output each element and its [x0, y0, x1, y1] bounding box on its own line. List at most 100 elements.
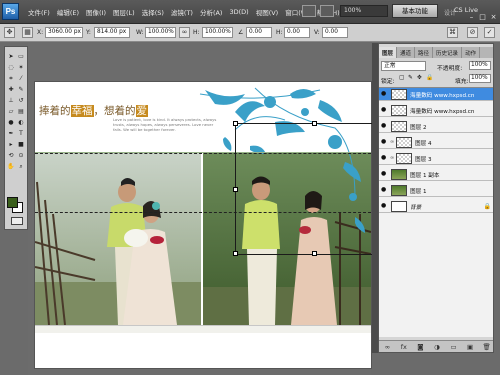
- 3d-rotate-icon[interactable]: ⟲: [7, 152, 15, 160]
- close-button[interactable]: ×: [488, 12, 499, 22]
- warp-icon[interactable]: ⌘: [447, 27, 458, 38]
- workspace-button[interactable]: 基本功能: [392, 4, 438, 18]
- lock-image-icon[interactable]: ✎: [408, 75, 413, 81]
- eyedropper-icon[interactable]: ⁄: [17, 75, 25, 83]
- foreground-color-swatch[interactable]: [7, 197, 18, 208]
- menu-image[interactable]: 图像(I): [86, 7, 106, 17]
- tab-actions[interactable]: 动作: [462, 47, 481, 58]
- tab-layers[interactable]: 图层: [379, 47, 398, 58]
- screen-mode-icon[interactable]: [302, 5, 316, 17]
- clone-stamp-icon[interactable]: ⊥: [7, 97, 15, 105]
- arrange-documents-icon[interactable]: [320, 5, 334, 17]
- layer-row[interactable]: ● ∞ 图层 4: [379, 136, 493, 149]
- eye-icon[interactable]: ●: [381, 171, 388, 177]
- eye-icon[interactable]: ●: [381, 91, 388, 97]
- marquee-tool-icon[interactable]: ▭: [17, 53, 25, 61]
- zoom-tool-icon[interactable]: ⌕: [17, 163, 25, 171]
- link-icon[interactable]: ∞: [179, 27, 190, 38]
- shape-tool-icon[interactable]: ■: [17, 141, 25, 149]
- new-layer-icon[interactable]: ▣: [465, 343, 475, 351]
- layer-thumbnail: [396, 153, 412, 164]
- menu-filter[interactable]: 滤镜(T): [171, 7, 193, 17]
- menu-select[interactable]: 选择(S): [142, 7, 164, 17]
- transform-handle-left[interactable]: [233, 187, 238, 192]
- y-field[interactable]: 814.00 px: [94, 27, 130, 38]
- layer-name: 海量数码 www.hxpsd.cn: [410, 109, 475, 115]
- eraser-tool-icon[interactable]: ▱: [7, 108, 15, 116]
- lock-transparent-icon[interactable]: ▢: [399, 75, 404, 81]
- eye-icon[interactable]: ●: [381, 155, 388, 161]
- layer-row[interactable]: ● 图层 2: [379, 120, 493, 133]
- transform-handle-bottom-left[interactable]: [233, 251, 238, 256]
- opacity-field[interactable]: 100%: [469, 61, 491, 70]
- vskew-field[interactable]: 0.00: [322, 27, 348, 38]
- dodge-tool-icon[interactable]: ◐: [17, 119, 25, 127]
- canvas-area[interactable]: 捧着的幸福，想着的爱 Love is patient, love is kind…: [28, 43, 395, 375]
- folder-icon[interactable]: ▭: [449, 343, 459, 351]
- crop-tool-icon[interactable]: ⌗: [7, 75, 15, 83]
- layer-row[interactable]: ● ∞ 图层 3: [379, 152, 493, 165]
- transform-handle-top[interactable]: [312, 121, 317, 126]
- magic-wand-icon[interactable]: ✶: [17, 64, 25, 72]
- quick-mask-icon[interactable]: [11, 217, 23, 225]
- layer-thumbnail: [391, 201, 407, 212]
- 3d-orbit-icon[interactable]: ⊙: [17, 152, 25, 160]
- zoom-field[interactable]: 100%: [340, 5, 388, 17]
- tool-preset-icon[interactable]: ✥: [4, 27, 15, 38]
- menu-3d[interactable]: 3D(D): [229, 8, 248, 16]
- maximize-button[interactable]: □: [477, 12, 488, 22]
- type-tool-icon[interactable]: T: [17, 130, 25, 138]
- height-field[interactable]: 100.00%: [202, 27, 233, 38]
- trash-icon[interactable]: 🗑: [482, 343, 492, 351]
- lock-all-icon[interactable]: 🔒: [426, 75, 433, 81]
- menu-analysis[interactable]: 分析(A): [200, 7, 223, 17]
- layer-row[interactable]: ● 海量数码 www.hxpsd.cn: [379, 104, 493, 117]
- eye-icon[interactable]: ●: [381, 123, 388, 129]
- document-headline: 捧着的幸福，想着的爱: [39, 103, 148, 118]
- lasso-tool-icon[interactable]: ◌: [7, 64, 15, 72]
- transform-bounding-box[interactable]: [233, 121, 395, 256]
- cancel-transform-icon[interactable]: ⊘: [467, 27, 478, 38]
- adjustment-icon[interactable]: ◑: [432, 343, 442, 351]
- width-field[interactable]: 100.00%: [145, 27, 176, 38]
- layer-row[interactable]: ● 背景 🔒: [379, 200, 493, 213]
- eye-icon[interactable]: ●: [381, 187, 388, 193]
- gradient-tool-icon[interactable]: ▤: [17, 108, 25, 116]
- fill-field[interactable]: 100%: [469, 74, 491, 83]
- brush-tool-icon[interactable]: ✎: [17, 86, 25, 94]
- menu-edit[interactable]: 编辑(E): [57, 7, 79, 17]
- hand-tool-icon[interactable]: ✋: [7, 163, 15, 171]
- menu-view[interactable]: 视图(V): [256, 7, 279, 17]
- eye-icon[interactable]: ●: [381, 203, 388, 209]
- mask-icon[interactable]: ◙: [415, 343, 425, 351]
- commit-transform-icon[interactable]: ✓: [484, 27, 495, 38]
- layer-row[interactable]: ● 海量数码 www.hxpsd.cn: [379, 88, 493, 101]
- x-field[interactable]: 3060.00 px: [45, 27, 83, 38]
- path-selection-icon[interactable]: ▸: [7, 141, 15, 149]
- tab-history[interactable]: 历史记录: [433, 47, 463, 58]
- menu-layer[interactable]: 图层(L): [113, 7, 135, 17]
- reference-point-icon[interactable]: ▦: [22, 27, 33, 38]
- layer-row[interactable]: ● 图层 1: [379, 184, 493, 197]
- angle-field[interactable]: 0.00: [246, 27, 272, 38]
- fx-icon[interactable]: fx: [399, 343, 409, 351]
- eye-icon[interactable]: ●: [381, 139, 388, 145]
- transform-handle-top-left[interactable]: [233, 121, 238, 126]
- blur-tool-icon[interactable]: ●: [7, 119, 15, 127]
- hskew-label: H:: [276, 29, 283, 36]
- lock-position-icon[interactable]: ✥: [417, 75, 422, 81]
- pen-tool-icon[interactable]: ✒: [7, 130, 15, 138]
- blend-mode-select[interactable]: 正常: [381, 61, 426, 71]
- hskew-field[interactable]: 0.00: [284, 27, 310, 38]
- eye-icon[interactable]: ●: [381, 107, 388, 113]
- tab-paths[interactable]: 路径: [415, 47, 434, 58]
- tab-channels[interactable]: 通道: [397, 47, 416, 58]
- link-icon[interactable]: ∞: [382, 343, 392, 351]
- healing-brush-icon[interactable]: ✚: [7, 86, 15, 94]
- move-tool-icon[interactable]: ➤: [7, 53, 15, 61]
- history-brush-icon[interactable]: ↺: [17, 97, 25, 105]
- menu-file[interactable]: 文件(F): [28, 7, 50, 17]
- layer-row[interactable]: ● 图层 1 副本: [379, 168, 493, 181]
- minimize-button[interactable]: –: [466, 12, 477, 22]
- transform-handle-bottom[interactable]: [312, 251, 317, 256]
